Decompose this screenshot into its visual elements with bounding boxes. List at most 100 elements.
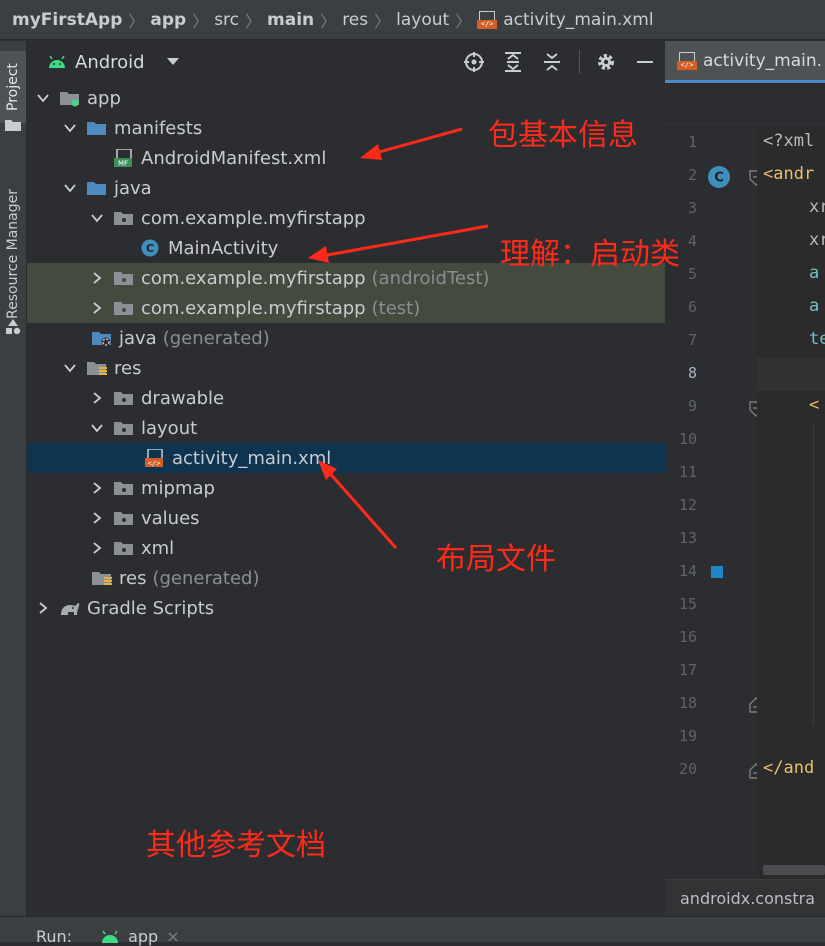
tree-node-res[interactable]: res [27,353,701,383]
breadcrumb-separator-icon: 〉 [455,11,472,31]
breadcrumb-item-res[interactable]: res [342,10,368,30]
tree-node-gradle-scripts[interactable]: Gradle Scripts [27,593,674,623]
tree-node-label: layout [141,417,198,439]
project-panel: Android app manifests MF AndroidManifest… [27,41,781,916]
class-usage-icon[interactable]: C [707,165,731,189]
code-line: te [809,329,825,349]
tree-node-app[interactable]: app [27,83,674,113]
tree-node-layout[interactable]: layout [27,413,728,443]
breadcrumb-item-src[interactable]: src [214,10,239,30]
class-icon: C [141,239,159,257]
tree-node-label: xml [141,537,175,559]
close-icon[interactable]: × [166,927,179,946]
chevron-down-icon[interactable] [91,422,103,434]
tree-node-suffix: (generated) [152,567,260,589]
folder-icon [114,392,133,405]
tree-node-values[interactable]: values [27,503,728,533]
line-number: 9 [687,397,697,415]
chevron-right-icon[interactable] [91,482,103,494]
breadcrumb-separator-icon: 〉 [320,11,337,31]
annotation-manifest: 包基本信息 [488,118,638,153]
current-line-highlight [757,358,825,391]
package-icon [114,272,133,285]
editor-breadcrumb-status[interactable]: androidx.constra [665,879,825,916]
editor-area: </> activity_main. 1 2 3 4 5 6 7 8 9 10 … [665,41,825,916]
line-number: 1 [687,133,697,151]
tree-node-res-generated[interactable]: res (generated) [27,563,728,593]
breadcrumb-item-main[interactable]: main [267,10,314,30]
breakpoint-marker-icon[interactable] [711,566,723,578]
toolbar-divider [579,50,580,74]
line-number: 8 [687,364,697,382]
chevron-down-icon[interactable] [64,182,76,194]
tree-node-package-test[interactable]: com.example.myfirstapp (test) [27,293,728,323]
code-line: xr [809,197,825,217]
indent-guide [813,425,814,725]
chevron-right-icon[interactable] [91,512,103,524]
chevron-down-icon[interactable] [91,212,103,224]
tree-node-drawable[interactable]: drawable [27,383,728,413]
annotation-activity: 理解：启动类 [500,237,680,272]
crosshair-icon [464,52,484,72]
code-editor[interactable]: <?xml <andr xr xr a a te < </and [757,125,825,880]
tree-node-java[interactable]: java [27,173,701,203]
folder-icon [114,542,133,555]
left-tool-strip: Project Resource Manager [0,41,27,916]
breadcrumb-separator-icon: 〉 [374,11,391,31]
tree-node-label: AndroidManifest.xml [141,147,327,169]
run-config-tab[interactable]: app [128,927,158,946]
tree-node-suffix: (generated) [162,327,270,349]
breadcrumb-item-file[interactable]: activity_main.xml [503,10,653,30]
tree-node-label: res [114,357,142,379]
code-line: <?xml [763,131,815,151]
chevron-right-icon[interactable] [91,272,103,284]
package-icon [114,212,133,225]
chevron-right-icon[interactable] [91,392,103,404]
line-number: 18 [678,694,697,712]
editor-toolbar [665,84,825,125]
tree-node-mipmap[interactable]: mipmap [27,473,728,503]
minimize-icon [637,61,653,63]
expand-all-button[interactable] [500,49,526,75]
tree-node-label: com.example.myfirstapp [141,207,366,229]
panel-settings-button[interactable] [593,49,619,75]
layout-file-icon: </> [477,10,499,29]
select-opened-file-button[interactable] [461,49,487,75]
collapse-all-button[interactable] [539,49,565,75]
hide-panel-button[interactable] [632,49,658,75]
project-view-selector[interactable]: Android [75,52,145,73]
breadcrumb-item-project[interactable]: myFirstApp [12,10,122,30]
android-icon [102,930,119,943]
chevron-down-icon[interactable] [64,362,76,374]
tree-node-label: mipmap [141,477,215,499]
horizontal-scrollbar[interactable] [763,865,825,875]
project-tool-tab[interactable]: Project [0,51,26,123]
chevron-right-icon[interactable] [91,302,103,314]
breadcrumb-item-layout[interactable]: layout [396,10,449,30]
editor-tab-activity-main[interactable]: </> activity_main. [665,41,825,83]
chevron-right-icon[interactable] [91,542,103,554]
tree-node-java-generated[interactable]: java (generated) [27,323,728,353]
chevron-down-icon[interactable] [166,58,179,66]
tree-node-label: res [119,567,147,589]
line-number: 20 [678,760,697,778]
line-number: 14 [678,562,697,580]
tree-node-suffix: (test) [371,297,421,319]
tree-node-label: MainActivity [168,237,279,259]
breadcrumb: myFirstApp 〉 app 〉 src 〉 main 〉 res 〉 la… [0,0,825,40]
chevron-right-icon[interactable] [37,602,49,614]
line-number: 10 [678,430,697,448]
breadcrumb-item-module[interactable]: app [150,10,186,30]
run-tool-bar: Run: app × [0,916,825,946]
resource-manager-tool-tab[interactable]: Resource Manager [0,169,26,339]
project-panel-header: Android [27,41,664,83]
tree-node-label: drawable [141,387,225,409]
gear-icon [598,54,614,70]
tree-node-androidmanifest[interactable]: MF AndroidManifest.xml [27,143,750,173]
collapse-all-icon [544,53,560,71]
resources-icon [6,319,21,335]
tree-node-xml[interactable]: xml [27,533,728,563]
chevron-down-icon[interactable] [64,122,76,134]
chevron-down-icon[interactable] [37,92,49,104]
line-number: 3 [687,199,697,217]
